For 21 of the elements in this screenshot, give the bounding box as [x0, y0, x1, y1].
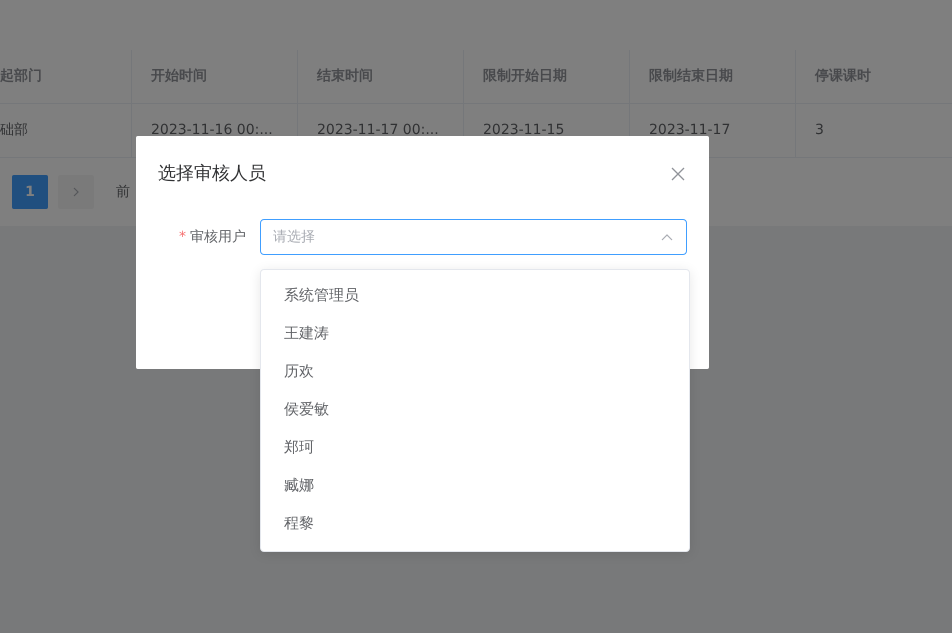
required-mark: * [179, 229, 186, 245]
dialog-title: 选择审核人员 [158, 162, 266, 186]
close-icon[interactable] [671, 167, 685, 182]
dropdown-option[interactable]: 历欢 [284, 360, 314, 382]
table-cell-text: 础部 [0, 121, 28, 140]
field-label: 审核用户 [190, 229, 246, 245]
dropdown-option[interactable]: 王建涛 [284, 322, 329, 344]
dropdown-option[interactable]: 侯爱敏 [284, 398, 329, 420]
jump-label: 前 [116, 182, 130, 202]
dropdown-option[interactable]: 系统管理员 [284, 284, 359, 306]
table-cell-text: 3 [815, 121, 824, 140]
chevron-right-icon [72, 186, 80, 197]
chevron-up-icon [661, 233, 673, 241]
table-cell-text: 2023-11-17 00:... [317, 121, 439, 140]
table-cell-text: 2023-11-15 [483, 121, 564, 140]
dropdown-option[interactable]: 臧娜 [284, 474, 314, 496]
select-field[interactable]: 请选择 [260, 219, 687, 255]
dropdown-option[interactable]: 程黎 [284, 512, 314, 534]
table-cell-text: 2023-11-16 00:... [151, 121, 273, 140]
table-cell-text: 2023-11-17 [649, 121, 730, 140]
dropdown-option[interactable]: 郑珂 [284, 436, 314, 458]
